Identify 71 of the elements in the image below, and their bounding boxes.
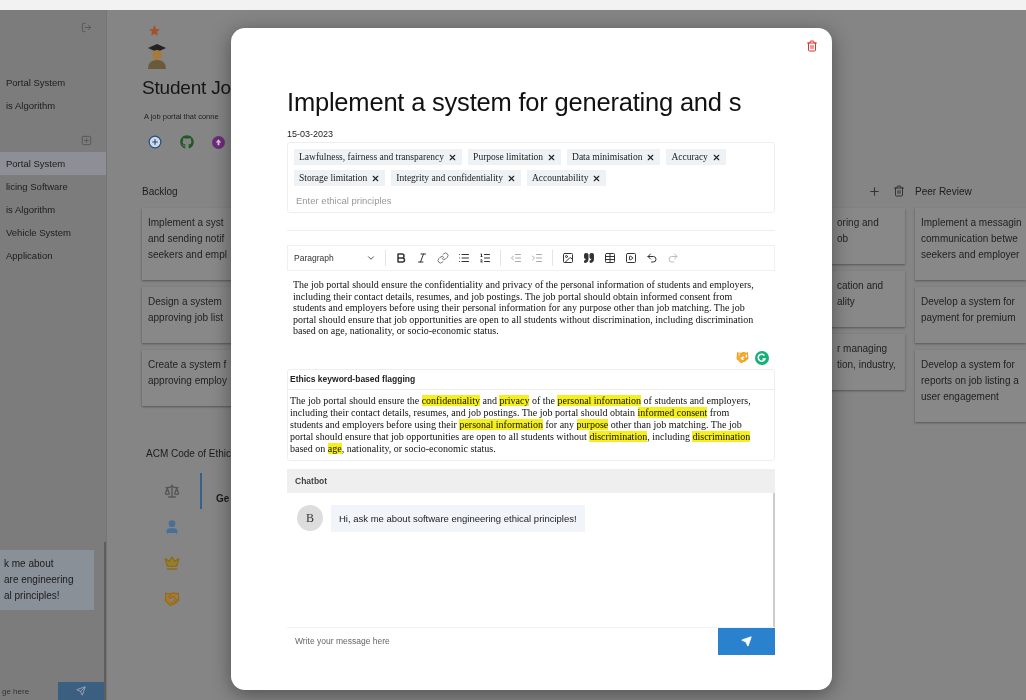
remove-icon[interactable]: [711, 152, 721, 162]
scales-icon: [164, 483, 180, 499]
remove-icon[interactable]: [506, 173, 516, 183]
remove-icon[interactable]: [371, 173, 381, 183]
flagged-text: The job portal should ensure the confidentiality and privacy of the personal information of students and employers, including their contact details, resumes, and job postings. The job portal should obtain informed consent from students and employers before using their personal information for any purpose other than job matching. The job portal should ensure that job opportunities are open to all students without discrimination, including discrimination based on age, nationality, or socio-economic status.: [289, 393, 752, 456]
link-icon[interactable]: [437, 252, 449, 264]
task-card[interactable]: r managing tion, industry,: [831, 334, 905, 390]
sidebar-item[interactable]: Application: [0, 244, 106, 267]
remove-icon[interactable]: [448, 152, 458, 162]
numbered-list-icon[interactable]: [479, 252, 491, 264]
flagging-title: Ethics keyword-based flagging: [288, 369, 774, 390]
sidebar-item[interactable]: Portal System: [0, 71, 106, 94]
task-card[interactable]: oring and ob: [831, 208, 905, 264]
panel-heading: Ge: [216, 493, 230, 506]
upload-icon[interactable]: [212, 135, 225, 149]
task-card[interactable]: Develop a system for reports on job listing a user engagement: [915, 350, 1026, 422]
principle-chip[interactable]: Storage limitation: [294, 170, 386, 186]
media-icon[interactable]: [625, 252, 637, 264]
chatbot-header: Chatbot: [287, 468, 775, 493]
principle-chip[interactable]: Purpose limitation: [468, 149, 562, 165]
bullet-list-icon[interactable]: [458, 252, 470, 264]
send-button[interactable]: [718, 627, 775, 655]
principle-chip[interactable]: Accuracy: [666, 149, 726, 165]
italic-icon[interactable]: [416, 252, 428, 264]
task-card[interactable]: Develop a system for payment for premium: [915, 287, 1026, 343]
task-card[interactable]: cation and ality: [831, 271, 905, 327]
editor-text[interactable]: The job portal should ensure the confidentiality and privacy of the personal information of students and employers, including their contact details, resumes, and job postings. The job portal should obtain informed consent from students and employers before using their personal information for any purpose other than job matching. The job portal should ensure that job opportunities are open to all students without discrimination, including discrimination based on age, nationality, or socio-economic status.: [287, 271, 775, 337]
remove-icon[interactable]: [592, 173, 602, 183]
task-date: 15-03-2023: [287, 129, 335, 139]
task-title: Implement a system for generating and s: [287, 88, 743, 117]
sidebar-item[interactable]: licing Software: [0, 175, 106, 198]
delete-icon[interactable]: [806, 40, 818, 52]
principles-field[interactable]: Lawfulness, fairness and transparency Purpose limitation Data minimisation Accuracy Storage limitation Integrity and confidentiality Accountability Enter ethical principles: [287, 142, 775, 213]
image-icon[interactable]: [562, 252, 574, 264]
add-icon[interactable]: [868, 184, 881, 198]
sidebar-item[interactable]: Vehicle System: [0, 221, 106, 244]
send-icon: [741, 635, 752, 647]
add-icon[interactable]: [148, 135, 162, 149]
column-title: Backlog: [142, 185, 178, 197]
chat-bubble: k me about are engineering al principles!: [0, 550, 94, 610]
table-icon[interactable]: [604, 252, 616, 264]
graduate-figure-icon: [146, 43, 168, 69]
bot-avatar: B: [297, 505, 323, 531]
column-title: Peer Review: [915, 185, 972, 197]
principle-chip[interactable]: Integrity and confidentiality: [391, 170, 521, 186]
principle-chip[interactable]: Data minimisation: [567, 149, 661, 165]
remove-icon[interactable]: [646, 152, 656, 162]
person-icon: [164, 519, 180, 535]
principle-chip[interactable]: Accountability: [526, 170, 607, 186]
sidebar-item[interactable]: is Algorithm: [0, 198, 106, 221]
delete-icon[interactable]: [893, 185, 905, 197]
crown-icon: [164, 555, 180, 571]
principle-chip[interactable]: Lawfulness, fairness and transparency: [294, 149, 463, 165]
message-input[interactable]: ge here: [0, 686, 58, 696]
star-icon[interactable]: [148, 24, 161, 37]
github-icon[interactable]: [180, 135, 194, 149]
handshake-icon: [164, 591, 180, 607]
remove-icon[interactable]: [547, 152, 557, 162]
quote-icon[interactable]: [583, 252, 595, 264]
project-title: Student Jo: [142, 77, 231, 99]
undo-icon[interactable]: [646, 252, 658, 264]
send-icon: [76, 686, 86, 696]
sidebar-item[interactable]: Portal System: [0, 152, 106, 175]
section-title: ACM Code of Ethic: [146, 448, 232, 459]
block-style-dropdown[interactable]: Paragraph: [294, 253, 376, 263]
bold-icon[interactable]: [395, 252, 407, 264]
chat-bubble: Hi, ask me about software engineering ethical principles!: [331, 504, 585, 532]
task-card[interactable]: Implement a messagin communication betwe seekers and employer: [915, 208, 1026, 280]
chevron-down-icon: [366, 253, 376, 263]
sidebar-item[interactable]: is Algorithm: [0, 94, 106, 117]
circle-logo-icon[interactable]: [755, 350, 769, 365]
